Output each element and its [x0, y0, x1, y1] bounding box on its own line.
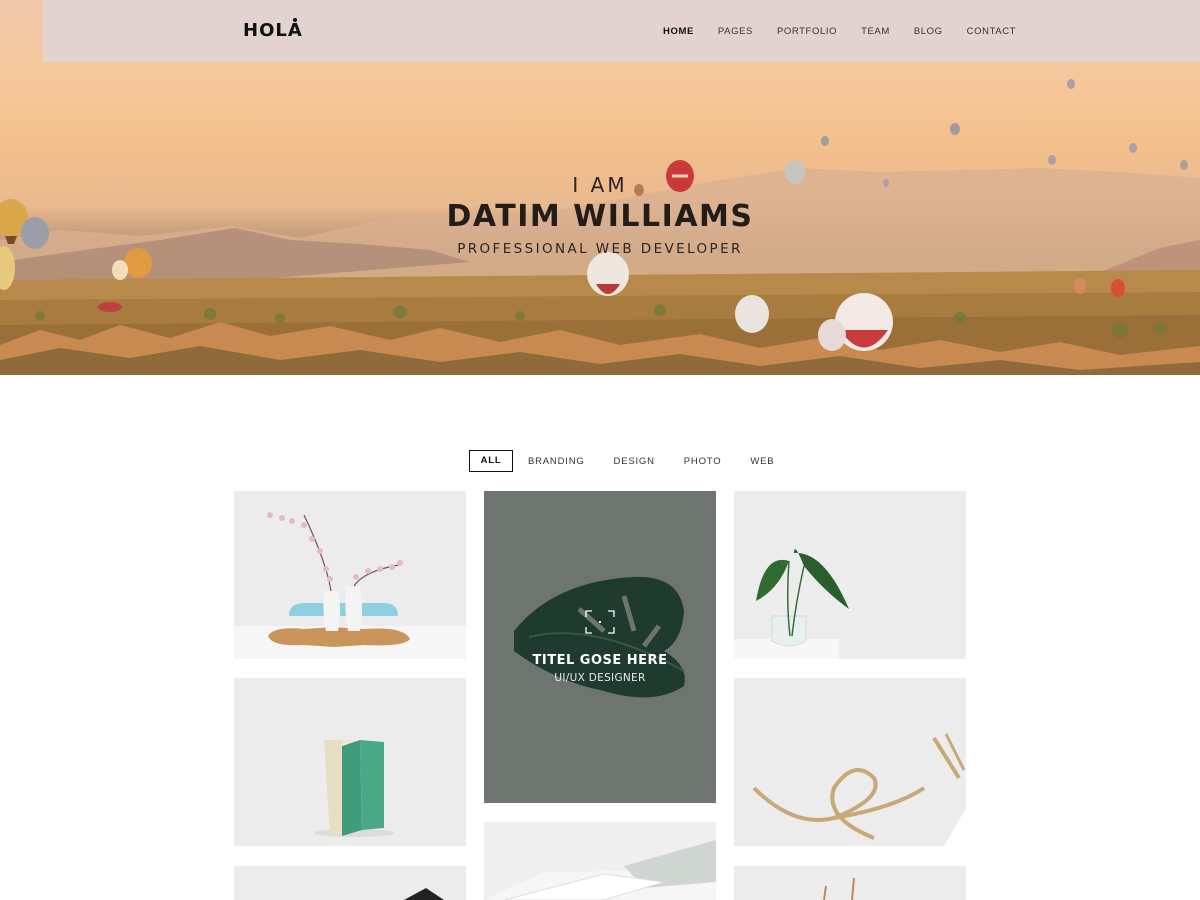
nav-contact[interactable]: CONTACT: [967, 26, 1016, 37]
main-nav: HOME PAGES PORTFOLIO TEAM BLOG CONTACT: [663, 26, 1040, 37]
nav-team[interactable]: TEAM: [861, 26, 890, 37]
portfolio-item-twine[interactable]: [734, 678, 966, 846]
plant-in-glass-image: [734, 549, 849, 659]
portfolio-item-plant[interactable]: [734, 491, 966, 659]
featured-card-subtitle: UI/UX DESIGNER: [554, 672, 646, 684]
featured-card-title: TITEL GOSE HERE: [532, 653, 668, 668]
portfolio-item-trays[interactable]: [484, 822, 716, 900]
hero-text: I AM DATIM WILLIAMS PROFESSIONAL WEB DEV…: [0, 173, 1200, 257]
portfolio-item-dark-partial[interactable]: [234, 866, 466, 900]
dark-object-image: [404, 888, 444, 900]
filter-all[interactable]: ALL: [469, 450, 513, 472]
filter-branding[interactable]: BRANDING: [528, 456, 585, 467]
portfolio-item-featured-leaf[interactable]: TITEL GOSE HERE UI/UX DESIGNER: [484, 491, 716, 803]
focus-frame-icon: [585, 610, 615, 634]
twine-image: [752, 733, 966, 846]
nav-blog[interactable]: BLOG: [914, 26, 943, 37]
hero-role: PROFESSIONAL WEB DEVELOPER: [457, 241, 743, 257]
portfolio-item-book[interactable]: [234, 678, 466, 846]
hero-intro: I AM: [572, 173, 628, 197]
brand-logo[interactable]: HOLA: [243, 20, 303, 41]
filter-design[interactable]: DESIGN: [614, 456, 655, 467]
top-navbar: HOLA HOME PAGES PORTFOLIO TEAM BLOG CONT…: [43, 0, 1200, 62]
hero-name: DATIM WILLIAMS: [446, 199, 754, 234]
nav-pages[interactable]: PAGES: [718, 26, 753, 37]
vases-image: [234, 512, 466, 659]
hero-banner: HOLA HOME PAGES PORTFOLIO TEAM BLOG CONT…: [0, 0, 1200, 375]
trays-image: [484, 840, 716, 900]
portfolio-filters: ALL BRANDING DESIGN PHOTO WEB: [469, 450, 803, 472]
portfolio-item-vases[interactable]: [234, 491, 466, 659]
filter-photo[interactable]: PHOTO: [684, 456, 722, 467]
nav-portfolio[interactable]: PORTFOLIO: [777, 26, 837, 37]
nav-home[interactable]: HOME: [663, 26, 694, 37]
portfolio-item-sticks[interactable]: [734, 866, 966, 900]
sticks-image: [823, 877, 855, 900]
book-image: [314, 740, 394, 837]
logo-accent-dot: [293, 18, 297, 22]
filter-web[interactable]: WEB: [750, 456, 774, 467]
